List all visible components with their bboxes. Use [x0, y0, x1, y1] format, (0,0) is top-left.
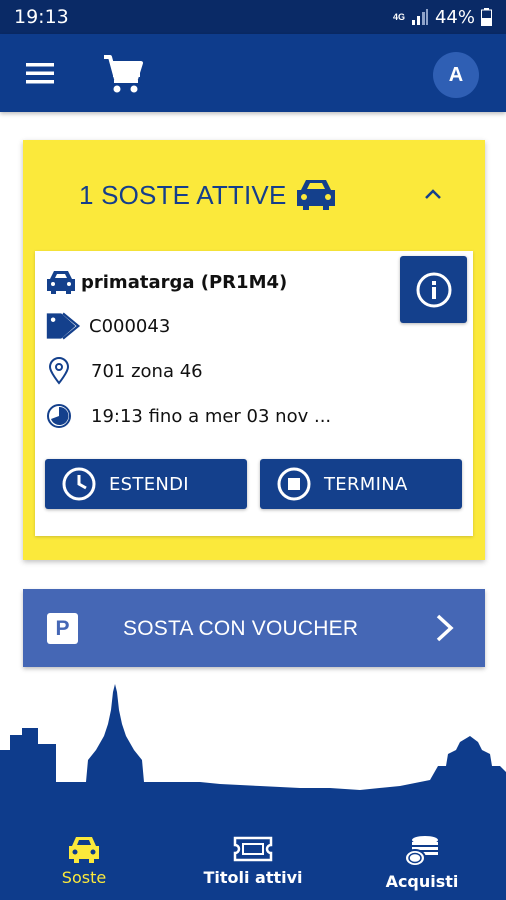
active-parkings-card: 1 SOSTE ATTIVE primatarga (PR1M4) C00004…	[23, 140, 485, 560]
menu-icon[interactable]	[26, 61, 54, 85]
end-button[interactable]: TERMINA	[260, 459, 462, 509]
car-icon	[297, 180, 335, 210]
avatar-initial: A	[448, 63, 464, 86]
nav-label-acquisti: Acquisti	[385, 872, 459, 891]
nav-item-titoli-attivi[interactable]: Titoli attivi	[169, 822, 337, 900]
signal-icon	[411, 9, 428, 25]
clock-icon	[62, 467, 96, 501]
info-button[interactable]	[400, 256, 467, 323]
plate-row: primatarga (PR1M4)	[45, 266, 287, 298]
ticket-icon	[233, 836, 273, 862]
end-label: TERMINA	[324, 473, 408, 495]
nav-label-titoli-attivi: Titoli attivi	[203, 868, 303, 887]
network-type: 4G	[392, 11, 405, 22]
car-icon	[47, 271, 75, 294]
active-parkings-title: 1 SOSTE ATTIVE	[79, 180, 287, 210]
code-text: C000043	[89, 315, 171, 337]
coins-icon	[404, 836, 438, 867]
tag-icon	[46, 312, 81, 340]
nav-item-soste[interactable]: Soste	[0, 822, 168, 900]
chevron-up-icon[interactable]	[421, 184, 445, 204]
code-row: C000043	[45, 310, 170, 342]
app-bar: A	[0, 34, 506, 112]
city-skyline-illustration	[0, 684, 506, 825]
zone-row: 701 zona 46	[45, 355, 203, 387]
nav-item-acquisti[interactable]: Acquisti	[338, 822, 506, 900]
voucher-label: SOSTA CON VOUCHER	[123, 617, 359, 640]
avatar[interactable]: A	[433, 52, 479, 98]
status-bar: 19:13 4G 44%	[0, 0, 506, 34]
zone-text: 701 zona 46	[91, 360, 203, 382]
status-indicators: 4G 44%	[393, 6, 492, 28]
extend-label: ESTENDI	[109, 473, 189, 495]
battery-percent: 44%	[434, 6, 475, 28]
location-pin-icon	[48, 357, 70, 385]
bottom-navigation: Soste Titoli attivi Acquisti	[0, 822, 506, 900]
battery-icon	[481, 8, 492, 26]
timer-icon	[47, 404, 71, 428]
nav-label-soste: Soste	[61, 868, 107, 887]
parking-p-icon: P	[47, 613, 78, 644]
chevron-right-icon	[436, 614, 454, 642]
extend-button[interactable]: ESTENDI	[45, 459, 247, 509]
car-icon	[69, 837, 99, 863]
info-icon	[416, 272, 451, 307]
voucher-parking-button[interactable]: P SOSTA CON VOUCHER	[23, 589, 485, 667]
stop-icon	[277, 467, 311, 501]
time-text: 19:13 fino a mer 03 nov ...	[91, 405, 332, 427]
parking-detail-card: primatarga (PR1M4) C000043 701 zona 46 1…	[35, 251, 473, 536]
plate-text: primatarga (PR1M4)	[81, 271, 288, 293]
status-time: 19:13	[14, 6, 69, 28]
cart-icon[interactable]	[102, 53, 144, 95]
time-row: 19:13 fino a mer 03 nov ...	[45, 400, 331, 432]
